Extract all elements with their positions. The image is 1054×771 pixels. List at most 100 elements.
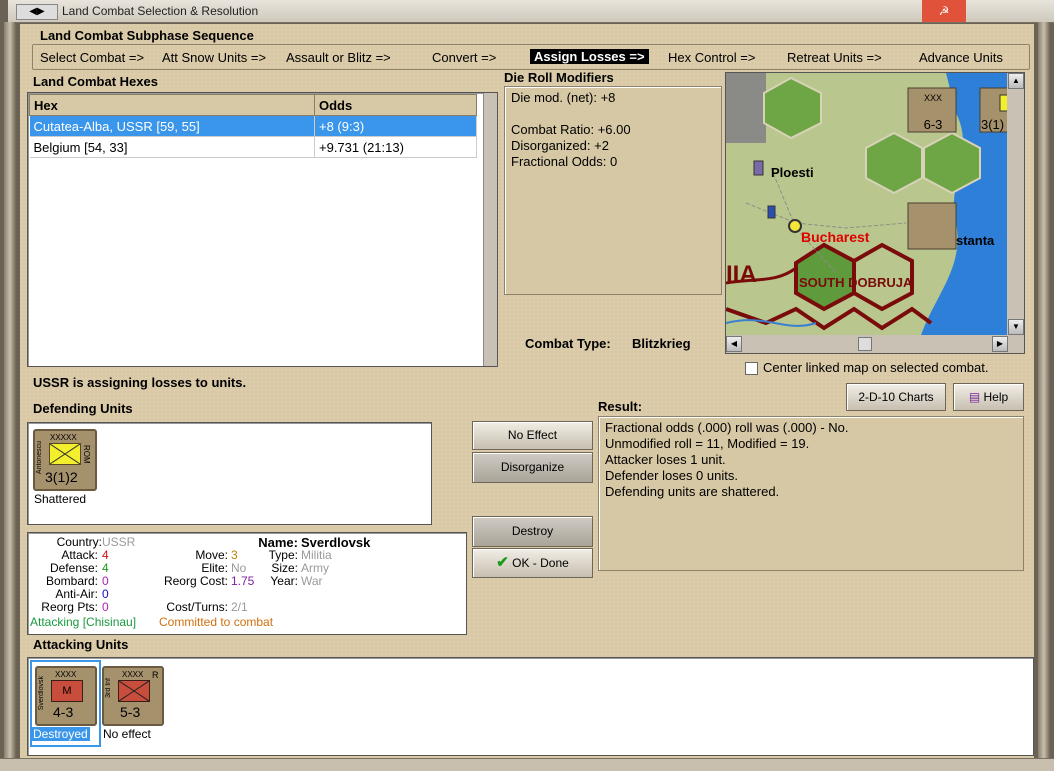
map-counter-value: 3(1) <box>981 117 1005 132</box>
elite-label: Elite: <box>201 561 228 575</box>
attacking-unit-counter[interactable]: XXXX R 3rd Inf 5-3 <box>102 666 164 726</box>
map-scroll-left-icon[interactable]: ◀ <box>726 336 742 352</box>
die-roll-header: Die Roll Modifiers <box>504 70 614 85</box>
unit-size-label: XXXX <box>122 670 144 679</box>
result-line: Attacker loses 1 unit. <box>605 452 726 467</box>
result-line: Fractional odds (.000) roll was (.000) -… <box>605 420 849 435</box>
die-roll-line <box>511 106 715 122</box>
unit-strength: 5-3 <box>120 704 141 720</box>
defending-units-panel[interactable]: XXXXX ROM Antonescu 3(1)2 Shattered <box>27 422 432 525</box>
move-label: Move: <box>195 548 228 562</box>
right-frame-pillar <box>1038 22 1050 758</box>
attack-value: 4 <box>102 548 109 562</box>
window-title: Land Combat Selection & Resolution <box>62 4 259 18</box>
ok-done-label: OK - Done <box>512 556 569 570</box>
size-label: Size: <box>271 561 298 575</box>
map-scroll-right-icon[interactable]: ▶ <box>992 336 1008 352</box>
defending-unit-counter[interactable]: XXXXX ROM Antonescu 3(1)2 <box>33 429 97 491</box>
country-label: Country: <box>56 535 102 549</box>
attacking-units-panel[interactable]: XXXX M Sverdlovsk 4-3 Destroyed XXXX R 3… <box>27 657 1034 756</box>
table-row[interactable]: Cutatea-Alba, USSR [59, 55] +8 (9:3) <box>29 115 477 137</box>
die-roll-line: Fractional Odds: 0 <box>511 154 618 169</box>
attack-label: Attack: <box>61 548 98 562</box>
map-label-south-dobruja: SOUTH DOBRUJA <box>799 275 913 290</box>
size-value: Army <box>301 561 329 575</box>
linked-map[interactable]: XXX 6-3 3(1) Ploesti Bucharest SOUTH DOB… <box>725 72 1025 354</box>
unit-side-label: R <box>152 670 159 680</box>
reorg-pts-label: Reorg Pts: <box>41 600 98 614</box>
close-button[interactable]: ☭ <box>922 0 966 22</box>
phase-advance-units: Advance Units <box>919 50 1003 65</box>
disorganize-button[interactable]: Disorganize <box>472 452 593 483</box>
result-header: Result: <box>598 399 643 414</box>
attacking-unit-status: No effect <box>103 727 151 741</box>
column-header-odds[interactable]: Odds <box>314 94 477 116</box>
window-menu-icon[interactable]: ◀▶ <box>16 4 58 20</box>
ok-done-button[interactable]: ✔ OK - Done <box>472 548 593 578</box>
country-value: USSR <box>102 535 136 549</box>
status-text: USSR is assigning losses to units. <box>33 375 247 390</box>
antiair-label: Anti-Air: <box>55 587 98 601</box>
die-roll-panel: Die mod. (net): +8 Combat Ratio: +6.00 D… <box>504 86 722 295</box>
unit-type-box <box>118 680 150 702</box>
die-roll-line: Disorganized: +2 <box>511 138 609 153</box>
charts-button[interactable]: 2-D-10 Charts <box>846 383 946 411</box>
table-row[interactable]: Belgium [54, 33] +9.731 (21:13) <box>29 136 477 158</box>
hexes-header: Land Combat Hexes <box>33 74 158 89</box>
map-counter-value: 6-3 <box>923 117 943 132</box>
reorg-cost-label: Reorg Cost: <box>163 574 228 588</box>
map-counter-name: XXX <box>923 93 942 103</box>
help-button[interactable]: ▤ Help <box>953 383 1024 411</box>
phase-select-combat: Select Combat => <box>40 50 145 65</box>
unit-type-box: M <box>51 680 83 702</box>
militia-symbol: M <box>62 685 72 697</box>
center-map-checkbox[interactable] <box>745 362 758 375</box>
center-map-label: Center linked map on selected combat. <box>763 360 989 375</box>
checkmark-icon: ✔ <box>496 554 509 571</box>
unit-side-label: ROM <box>82 445 91 464</box>
map-scroll-thumb[interactable] <box>858 337 872 351</box>
reorg-pts-value: 0 <box>102 600 109 614</box>
unit-size-label: XXXX <box>55 670 77 679</box>
odds-cell: +8 (9:3) <box>314 115 477 137</box>
phase-assault-or-blitz: Assault or Blitz => <box>286 50 391 65</box>
attacking-status: Attacking [Chisinau] <box>30 615 137 629</box>
unit-strength: 4-3 <box>53 704 74 720</box>
unit-size-label: XXXXX <box>50 433 77 442</box>
unit-info-panel: Country: USSR Attack: 4 Defense: 4 Bomba… <box>27 532 467 635</box>
committed-status: Committed to combat <box>159 615 274 629</box>
no-effect-button[interactable]: No Effect <box>472 421 593 450</box>
phase-retreat-units: Retreat Units => <box>787 50 882 65</box>
combat-type-label: Combat Type: <box>525 336 611 351</box>
result-panel: Fractional odds (.000) roll was (.000) -… <box>598 416 1024 571</box>
bottom-frame <box>0 758 1054 771</box>
phase-convert: Convert => <box>432 50 497 65</box>
map-label-ploesti: Ploesti <box>771 165 814 180</box>
attacking-unit-counter[interactable]: XXXX M Sverdlovsk 4-3 <box>35 666 97 726</box>
defense-label: Defense: <box>49 561 98 575</box>
hexes-list[interactable]: Hex Odds Cutatea-Alba, USSR [59, 55] +8 … <box>27 92 498 367</box>
map-scroll-down-icon[interactable]: ▼ <box>1008 319 1024 335</box>
phase-assign-losses: Assign Losses => <box>530 49 649 64</box>
subphase-header: Land Combat Subphase Sequence <box>40 28 254 43</box>
defending-unit-status: Shattered <box>34 492 87 506</box>
die-roll-line: Die mod. (net): +8 <box>511 90 616 105</box>
map-scroll-up-icon[interactable]: ▲ <box>1008 73 1024 89</box>
hexes-scrollbar[interactable] <box>483 93 497 366</box>
phase-hex-control: Hex Control => <box>668 50 756 65</box>
move-value: 3 <box>231 548 238 562</box>
map-label-bucharest: Bucharest <box>801 229 870 245</box>
bombard-label: Bombard: <box>45 574 98 588</box>
hex-cell: Belgium [54, 33] <box>29 136 315 158</box>
type-label: Type: <box>268 548 298 562</box>
unit-name-label: Antonescu <box>36 441 43 475</box>
left-frame-pillar <box>4 22 16 758</box>
year-value: War <box>301 574 323 588</box>
odds-cell: +9.731 (21:13) <box>314 136 477 158</box>
bombard-value: 0 <box>102 574 109 588</box>
infantry-symbol-icon <box>118 680 150 702</box>
unit-name-label: 3rd Inf <box>105 678 112 698</box>
unit-strength: 3(1)2 <box>45 469 78 485</box>
destroy-button[interactable]: Destroy <box>472 516 593 547</box>
column-header-hex[interactable]: Hex <box>29 94 315 116</box>
